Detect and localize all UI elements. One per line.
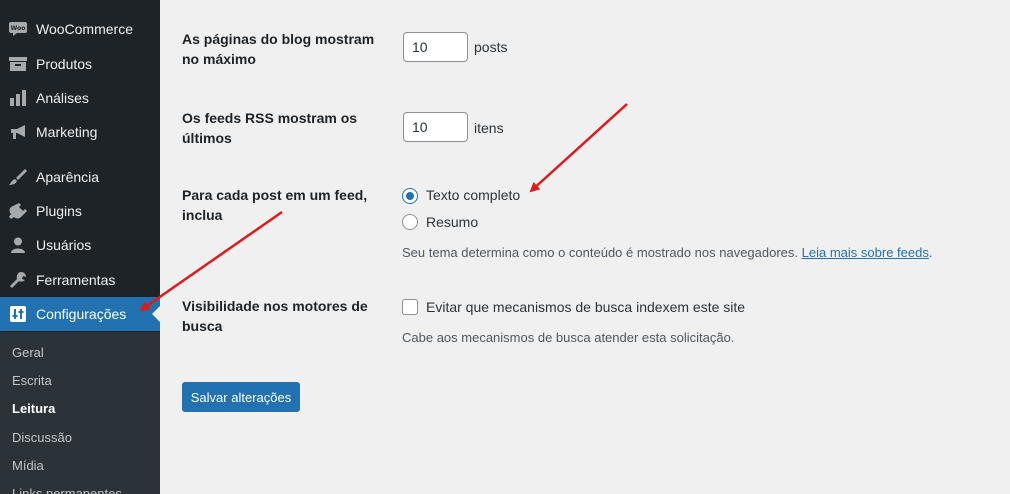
submenu-item-leitura[interactable]: Leitura <box>12 401 55 416</box>
menu-item-produtos[interactable]: Produtos <box>0 47 160 81</box>
wrench-icon <box>0 272 36 288</box>
submenu-item-geral[interactable]: Geral <box>12 345 44 360</box>
posts-per-page-input[interactable] <box>403 32 468 62</box>
menu-item-analises[interactable]: Análises <box>0 81 160 115</box>
rss-items-input[interactable] <box>403 112 468 142</box>
menu-item-aparencia[interactable]: Aparência <box>0 160 160 194</box>
user-icon <box>0 237 36 253</box>
search-visibility-description: Cabe aos mecanismos de busca atender est… <box>402 330 735 345</box>
full-text-radio[interactable] <box>402 188 418 204</box>
save-button[interactable]: Salvar alterações <box>182 382 300 412</box>
menu-item-woocommerce[interactable]: Woo WooCommerce <box>0 12 160 46</box>
chart-bar-icon <box>0 90 36 106</box>
submenu-item-links-permanentes[interactable]: Links permanentes <box>12 486 122 494</box>
admin-sidebar: Woo WooCommerce Produtos Análises Market… <box>0 0 160 494</box>
discourage-search-checkbox[interactable] <box>402 299 418 315</box>
settings-sliders-icon <box>0 306 36 322</box>
arrow-to-full-text <box>529 103 628 193</box>
feed-help-link[interactable]: Leia mais sobre feeds <box>802 245 929 260</box>
megaphone-icon <box>0 124 36 140</box>
search-visibility-label: Visibilidade nos motores de busca <box>182 298 368 334</box>
menu-item-plugins[interactable]: Plugins <box>0 194 160 228</box>
submenu-item-discussao[interactable]: Discussão <box>12 430 72 445</box>
posts-per-page-label: As páginas do blog mostram no máximo <box>182 31 375 67</box>
settings-submenu: Geral Escrita Leitura Discussão Mídia Li… <box>0 332 160 494</box>
archive-icon <box>0 56 36 72</box>
menu-item-configuracoes[interactable]: Configurações <box>0 297 160 331</box>
plugin-icon <box>0 203 36 219</box>
posts-unit-label: posts <box>474 39 508 55</box>
full-text-option-label[interactable]: Texto completo <box>426 187 520 203</box>
rss-unit-label: itens <box>474 120 504 136</box>
svg-text:Woo: Woo <box>11 25 26 32</box>
menu-item-marketing[interactable]: Marketing <box>0 115 160 149</box>
menu-item-ferramentas[interactable]: Ferramentas <box>0 263 160 297</box>
feed-content-label: Para cada post em um feed, inclua <box>182 187 368 223</box>
submenu-item-escrita[interactable]: Escrita <box>12 373 52 388</box>
woo-icon: Woo <box>0 22 36 36</box>
menu-item-usuarios[interactable]: Usuários <box>0 228 160 262</box>
rss-items-label: Os feeds RSS mostram os últimos <box>182 110 358 146</box>
summary-option-label[interactable]: Resumo <box>426 214 478 230</box>
discourage-search-label[interactable]: Evitar que mecanismos de busca indexem e… <box>426 299 745 315</box>
summary-radio[interactable] <box>402 214 418 230</box>
feed-description: Seu tema determina como o conteúdo é mos… <box>402 245 933 260</box>
submenu-item-midia[interactable]: Mídia <box>12 458 44 473</box>
brush-icon <box>0 169 36 185</box>
